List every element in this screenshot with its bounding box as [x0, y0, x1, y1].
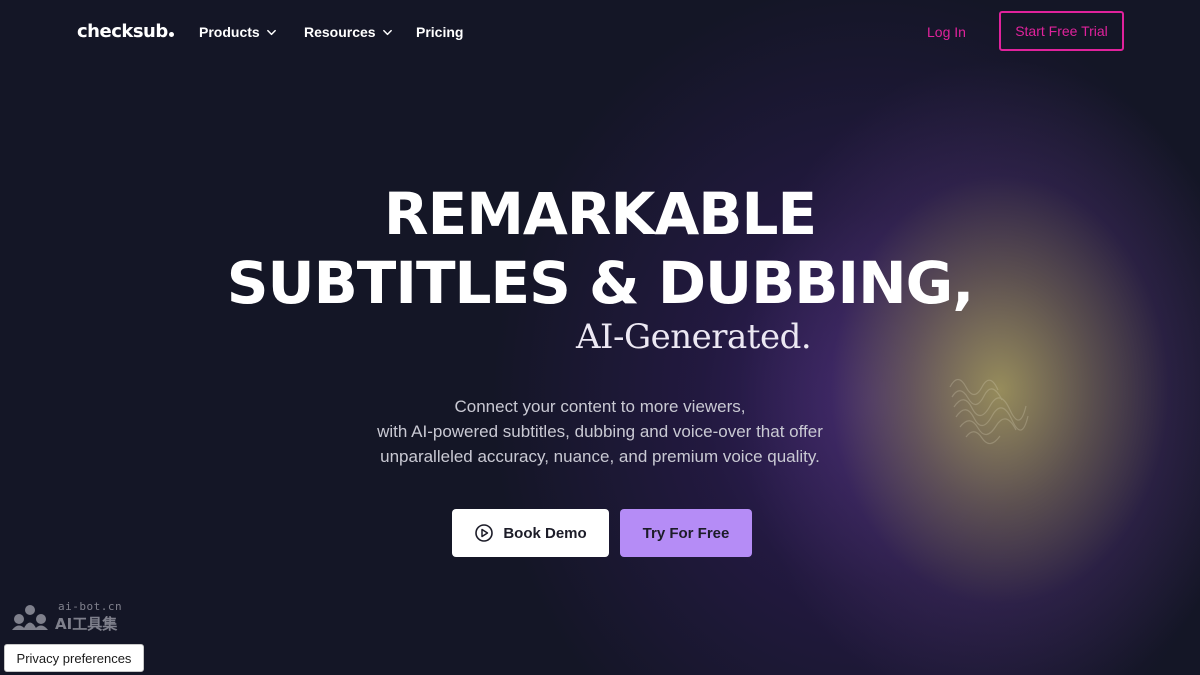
try-for-free-button[interactable]: Try For Free: [620, 509, 752, 557]
chevron-down-icon: [382, 29, 392, 35]
try-for-free-label: Try For Free: [642, 524, 730, 542]
nav-products-label: Products: [199, 24, 260, 40]
nav-resources-label: Resources: [304, 24, 376, 40]
nav-pricing[interactable]: Pricing: [416, 24, 463, 40]
nav-pricing-label: Pricing: [416, 24, 464, 40]
watermark-name: AI工具集: [55, 615, 118, 633]
watermark-url: ai-bot.cn: [58, 600, 123, 613]
hero-tagline: AI-Generated.: [576, 317, 812, 357]
privacy-preferences-button[interactable]: Privacy preferences: [4, 644, 144, 672]
audio-waveform-decoration: [949, 378, 1029, 445]
hero-title-line2: SUBTITLES & DUBBING,: [226, 249, 975, 317]
hero-description-line1: Connect your content to more viewers,: [454, 397, 746, 416]
start-free-trial-label: Start Free Trial: [1015, 23, 1108, 39]
book-demo-label: Book Demo: [503, 524, 587, 542]
hero-title-line1: REMARKABLE: [383, 180, 817, 248]
top-navigation: checksub Products Resources Pricing Log …: [0, 0, 1200, 66]
logo-dot: [168, 32, 174, 37]
chevron-down-icon: [266, 29, 276, 35]
watermark-logo-icon: [12, 605, 48, 630]
play-circle-icon: [475, 524, 494, 542]
hero-description-line3: unparalleled accuracy, nuance, and premi…: [380, 447, 820, 466]
logo-text: checksub: [77, 21, 168, 42]
nav-resources[interactable]: Resources: [304, 24, 393, 40]
book-demo-button[interactable]: Book Demo: [452, 509, 609, 557]
login-link[interactable]: Log In: [927, 24, 966, 40]
site-watermark: ai-bot.cn AI工具集: [8, 600, 148, 634]
hero-description-line2: with AI-powered subtitles, dubbing and v…: [377, 422, 823, 441]
checksub-logo[interactable]: checksub: [77, 21, 174, 42]
privacy-preferences-label: Privacy preferences: [16, 650, 132, 666]
start-free-trial-button[interactable]: Start Free Trial: [999, 11, 1124, 51]
nav-products[interactable]: Products: [199, 24, 277, 40]
